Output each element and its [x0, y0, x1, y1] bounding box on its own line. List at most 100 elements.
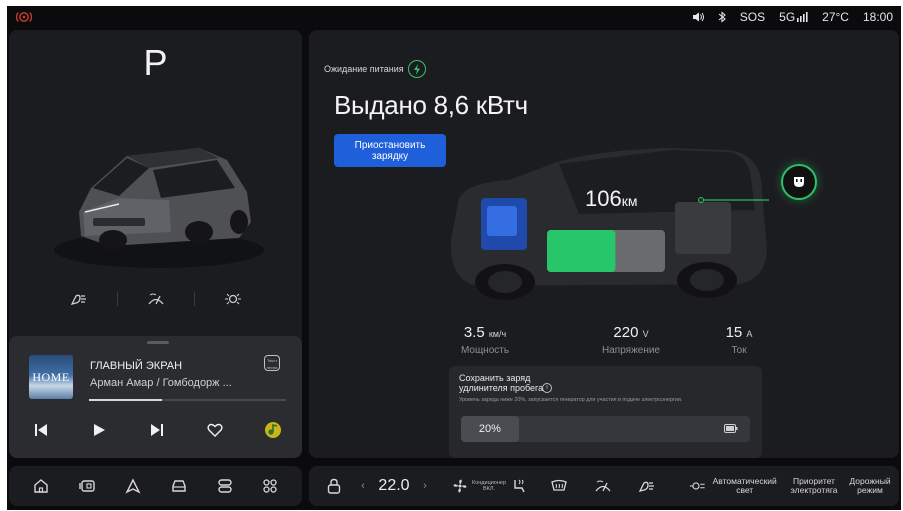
home-icon: [34, 479, 49, 493]
media-icon: [79, 480, 95, 492]
parking-light-icon: [689, 482, 705, 490]
next-icon: [151, 424, 163, 436]
heart-icon: [207, 423, 223, 437]
navigation-button[interactable]: [125, 478, 141, 494]
cabin-temperature-value: 22.0: [378, 477, 410, 494]
sos-label[interactable]: SOS: [740, 10, 765, 24]
headlight-icon: [638, 481, 654, 492]
bluetooth-icon[interactable]: [718, 11, 726, 23]
metric-current-label: Ток: [731, 345, 747, 356]
electric-priority-button[interactable]: Приоритет электротяга: [785, 466, 843, 506]
metric-power-value: 3.5: [463, 324, 485, 341]
status-bar: SOS 5G 27°C 18:00: [7, 6, 901, 28]
metric-current-unit: A: [746, 329, 753, 339]
road-mode-label: Дорожный режим: [849, 476, 891, 495]
electric-priority-label: Приоритет электротяга: [790, 476, 838, 495]
range-extender-slider-fill[interactable]: 20%: [461, 416, 519, 442]
track-artist: Арман Амар / Гомбодорж ...: [90, 377, 232, 389]
defrost-button[interactable]: [547, 466, 571, 506]
previous-icon: [35, 424, 47, 436]
auto-light-button[interactable]: Автоматический свет: [689, 466, 781, 506]
volume-icon[interactable]: [692, 12, 704, 22]
status-right: SOS 5G 27°C 18:00: [692, 10, 893, 24]
previous-button[interactable]: [31, 421, 51, 439]
album-art[interactable]: HOME: [29, 355, 73, 399]
range-extender-card: Сохранить заряд удлинителя пробега i Уро…: [449, 366, 762, 458]
vehicle-image[interactable]: [49, 100, 269, 270]
lock-icon: [327, 478, 341, 494]
network-indicator: 5G: [779, 10, 808, 24]
lightning-icon: [407, 60, 426, 78]
energy-delivered: Выдано 8,6 кВтч: [334, 90, 528, 120]
pause-charging-button[interactable]: Приостановить зарядку: [334, 134, 446, 167]
range-unit: км: [621, 193, 638, 209]
road-mode-button[interactable]: Дорожный режим: [845, 466, 895, 506]
play-button[interactable]: [89, 421, 109, 439]
car-button[interactable]: [170, 478, 188, 494]
wiper-icon[interactable]: [118, 292, 194, 306]
seat-heat-icon: [514, 479, 525, 493]
charging-plug-icon[interactable]: [781, 164, 817, 200]
info-icon[interactable]: i: [542, 383, 552, 393]
headlight-button[interactable]: [635, 466, 659, 506]
ac-label: Кондиционер ВКЛ.: [471, 480, 507, 492]
drive-quick-icons: [9, 292, 302, 306]
headlight-icon[interactable]: [41, 292, 117, 306]
album-art-text: HOME: [32, 370, 70, 384]
play-icon: [94, 424, 105, 436]
metric-voltage-value: 220: [613, 324, 639, 341]
temp-decrease-button[interactable]: ‹: [357, 466, 369, 506]
favorite-button[interactable]: [205, 421, 225, 439]
apps-icon: [262, 479, 277, 493]
range-extender-title: Сохранить заряд удлинителя пробега: [459, 373, 544, 393]
navigation-icon: [125, 478, 141, 494]
car-icon: [172, 480, 186, 492]
lyrics-button[interactable]: Текст песни: [264, 355, 280, 371]
screen: SOS 5G 27°C 18:00 P HOME ГЛАВНЫЙ ЭКРАН А…: [7, 6, 901, 510]
music-app-button[interactable]: [263, 421, 283, 439]
next-button[interactable]: [147, 421, 167, 439]
cabin-temperature[interactable]: 22.0: [373, 466, 415, 506]
metric-voltage-unit: V: [642, 329, 649, 339]
metric-power-unit: км/ч: [488, 329, 507, 339]
power-status-label: Ожидание питания: [324, 64, 404, 74]
playback-progress[interactable]: [89, 399, 286, 401]
media-button[interactable]: [78, 478, 96, 494]
charging-panel: Ожидание питания Выдано 8,6 кВтч Приоста…: [309, 30, 899, 458]
parking-light-icon[interactable]: [195, 292, 271, 306]
bottom-nav-bar: [9, 466, 302, 506]
apps-button[interactable]: [262, 478, 278, 494]
metric-voltage: 220 V Напряжение: [593, 324, 669, 356]
gear-indicator: P: [143, 42, 168, 83]
vehicle-battery-view: [450, 148, 769, 300]
wiper-button[interactable]: [591, 466, 615, 506]
signal-icon: [797, 12, 808, 22]
alert-ring-icon[interactable]: [15, 10, 33, 24]
range-value: 106: [585, 186, 622, 211]
battery-icon: [724, 424, 738, 433]
metric-power-label: Мощность: [460, 345, 510, 356]
outside-temperature: 27°C: [822, 10, 849, 24]
controls-button[interactable]: [217, 478, 233, 494]
temp-increase-button[interactable]: ›: [419, 466, 431, 506]
power-status: Ожидание питания: [324, 60, 426, 78]
range-extender-description: Уровень заряда ниже 20%, запускается ген…: [459, 397, 683, 403]
network-label: 5G: [779, 10, 796, 24]
range-extender-slider[interactable]: 20%: [461, 416, 750, 442]
motor-rear: [675, 202, 731, 254]
ac-button[interactable]: Кондиционер ВКЛ.: [447, 466, 533, 506]
metric-power: 3.5 км/ч Мощность: [449, 324, 521, 356]
battery-charge-level: [547, 230, 616, 272]
metric-voltage-label: Напряжение: [602, 345, 660, 356]
auto-light-label: Автоматический свет: [712, 476, 777, 495]
settings-icon: [218, 479, 232, 493]
lock-button[interactable]: [323, 466, 345, 506]
fan-icon: [453, 479, 467, 493]
music-app-icon: [265, 422, 281, 438]
windshield-defrost-icon: [551, 479, 567, 491]
drag-handle[interactable]: [147, 341, 169, 344]
music-player-card[interactable]: HOME ГЛАВНЫЙ ЭКРАН Арман Амар / Гомбодор…: [9, 336, 302, 458]
track-title: ГЛАВНЫЙ ЭКРАН: [90, 360, 183, 372]
clock: 18:00: [862, 10, 893, 24]
home-button[interactable]: [33, 478, 49, 494]
